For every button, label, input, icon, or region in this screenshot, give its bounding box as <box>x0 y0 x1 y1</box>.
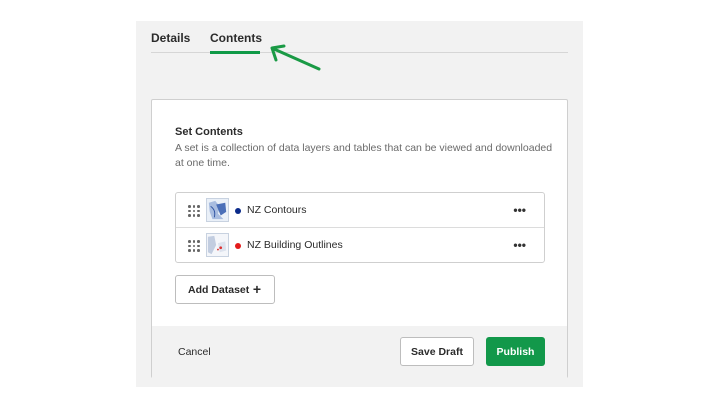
card-footer: Cancel Save Draft Publish <box>152 326 567 378</box>
list-item[interactable]: NZ Contours ••• <box>176 193 544 228</box>
tab-details[interactable]: Details <box>151 31 190 45</box>
cancel-button[interactable]: Cancel <box>178 346 211 358</box>
more-options-icon[interactable]: ••• <box>513 203 526 217</box>
status-dot <box>235 208 241 214</box>
plus-icon: + <box>252 281 261 297</box>
map-thumbnail-icon <box>206 233 229 257</box>
set-contents-card: Set Contents A set is a collection of da… <box>151 99 568 378</box>
annotation-arrow-icon <box>270 44 321 71</box>
status-dot <box>235 243 241 249</box>
save-draft-button[interactable]: Save Draft <box>400 337 474 366</box>
drag-handle-icon[interactable] <box>188 240 200 252</box>
section-description: A set is a collection of data layers and… <box>175 142 553 169</box>
tab-bar: Details Contents <box>151 21 568 54</box>
tab-contents[interactable]: Contents <box>210 31 262 45</box>
add-dataset-button[interactable]: Add Dataset + <box>175 275 275 304</box>
section-title: Set Contents <box>175 126 243 138</box>
more-options-icon[interactable]: ••• <box>513 238 526 252</box>
drag-handle-icon[interactable] <box>188 205 200 217</box>
dataset-name: NZ Building Outlines <box>247 239 343 251</box>
dataset-name: NZ Contours <box>247 204 307 216</box>
list-item[interactable]: NZ Building Outlines ••• <box>176 228 544 263</box>
add-dataset-label: Add Dataset <box>188 284 250 296</box>
active-tab-indicator <box>210 51 260 54</box>
publish-button[interactable]: Publish <box>486 337 545 366</box>
dataset-list: NZ Contours ••• NZ Building Outlines ••• <box>175 192 545 263</box>
map-thumbnail-icon <box>206 198 229 222</box>
